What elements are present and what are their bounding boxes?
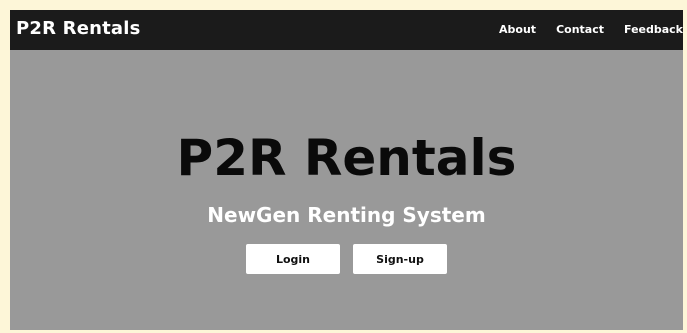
signup-button[interactable]: Sign-up xyxy=(353,244,447,274)
page-frame: P2R Rentals About Contact Feedback P2R R… xyxy=(10,10,683,330)
top-navbar: P2R Rentals About Contact Feedback xyxy=(10,10,683,50)
auth-button-row: Login Sign-up xyxy=(10,244,683,274)
brand-logo[interactable]: P2R Rentals xyxy=(16,18,141,40)
nav-link-about[interactable]: About xyxy=(499,23,536,37)
nav-links: About Contact Feedback xyxy=(499,23,683,37)
hero-subtitle: NewGen Renting System xyxy=(207,203,486,227)
login-button[interactable]: Login xyxy=(246,244,340,274)
nav-link-feedback[interactable]: Feedback xyxy=(624,23,683,37)
nav-link-contact[interactable]: Contact xyxy=(556,23,604,37)
hero-title: P2R Rentals xyxy=(176,129,517,187)
